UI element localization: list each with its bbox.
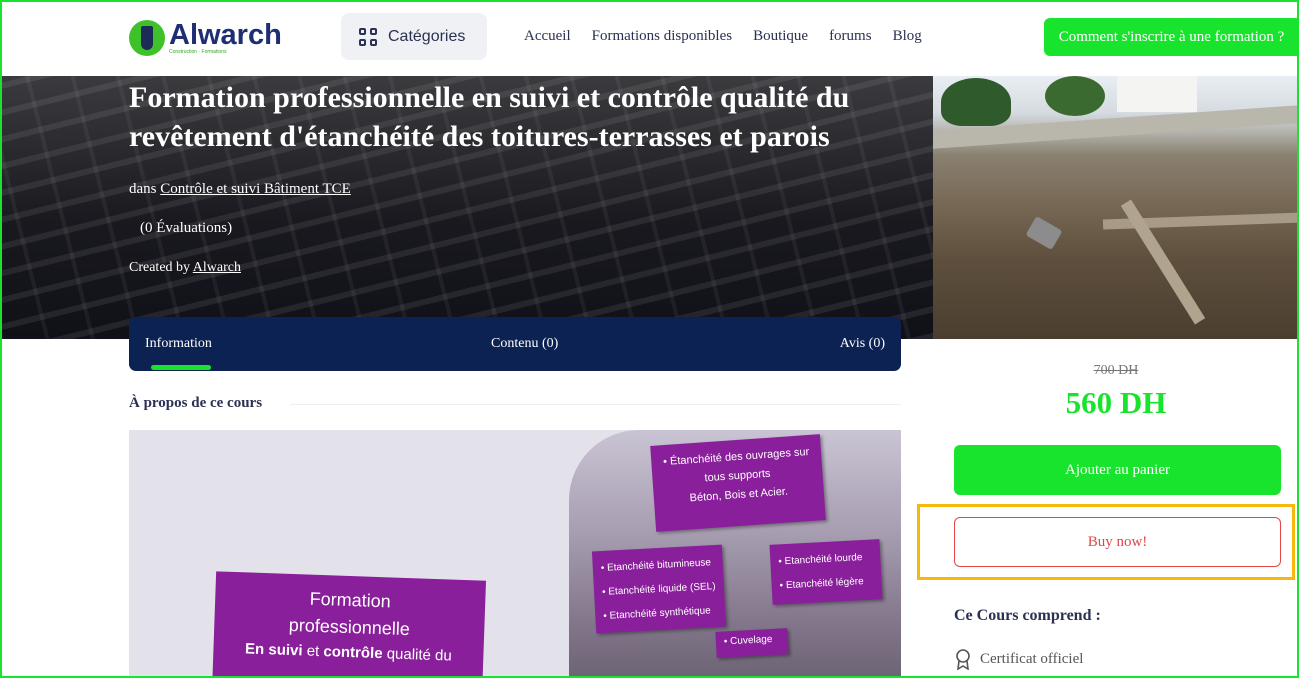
tab-information[interactable]: Information — [145, 336, 212, 352]
card-line: En suivi et contrôle qualité du — [213, 639, 483, 665]
how-to-enroll-button[interactable]: Comment s'inscrire à une formation ? — [1044, 18, 1299, 56]
category-prefix: dans — [129, 181, 157, 197]
box-item: • Etanchéité légère — [779, 576, 864, 592]
logo-text: Alwarch Construction · Formations — [169, 19, 282, 56]
card-text: et — [302, 642, 324, 661]
add-to-cart-button[interactable]: Ajouter au panier — [954, 445, 1281, 495]
course-tabs: Information Contenu (0) Avis (0) — [129, 317, 901, 371]
nav-forums[interactable]: forums — [829, 28, 872, 45]
includes-heading: Ce Cours comprend : — [954, 607, 1101, 624]
author-link[interactable]: Alwarch — [193, 260, 241, 275]
categories-label: Catégories — [388, 27, 466, 45]
main-nav: Accueil Formations disponibles Boutique … — [524, 28, 943, 45]
info-box-types: • Etanchéité bitumineuse • Etanchéité li… — [591, 544, 727, 634]
course-image: • Étanchéité des ouvrages sur tous suppo… — [129, 430, 901, 678]
course-title: Formation professionnelle en suivi et co… — [129, 81, 850, 153]
course-rating: (0 Évaluations) — [140, 220, 233, 236]
nav-accueil[interactable]: Accueil — [524, 28, 571, 45]
site-logo[interactable]: Alwarch Construction · Formations — [129, 16, 299, 60]
includes-item-label: Certificat officiel — [980, 650, 1084, 667]
purchase-sidebar: 700 DH 560 DH Ajouter au panier Buy now!… — [933, 339, 1299, 678]
card-line: Formation — [309, 588, 392, 612]
site-header: Alwarch Construction · Formations Catégo… — [0, 0, 1299, 76]
photo-building — [1117, 76, 1197, 112]
nav-boutique[interactable]: Boutique — [753, 28, 808, 45]
info-box-weight: • Etanchéité lourde • Etanchéité légère — [769, 539, 883, 605]
card-text: qualité du — [382, 645, 453, 665]
old-price: 700 DH — [1093, 363, 1139, 378]
trowel-logo-icon — [129, 20, 165, 56]
divider — [290, 404, 901, 405]
logo-tagline: Construction · Formations — [169, 49, 227, 55]
active-tab-indicator — [151, 365, 211, 370]
about-heading: À propos de ce cours — [129, 395, 263, 411]
categories-button[interactable]: Catégories — [341, 13, 487, 60]
course-hero: Formation professionnelle en suivi et co… — [0, 76, 933, 339]
current-price: 560 DH — [1065, 385, 1167, 420]
card-line: professionnelle — [288, 614, 411, 640]
course-author: Created by Alwarch — [129, 260, 241, 276]
logo-name: Alwarch — [169, 19, 282, 51]
tab-contenu[interactable]: Contenu (0) — [491, 336, 558, 352]
card-bold: contrôle — [323, 643, 383, 663]
course-thumbnail-photo — [933, 76, 1299, 339]
card-bold: En suivi — [244, 640, 303, 660]
category-link[interactable]: Contrôle et suivi Bâtiment TCE — [160, 181, 351, 197]
photo-shovel — [1025, 215, 1063, 251]
nav-formations[interactable]: Formations disponibles — [592, 28, 732, 45]
box-item: • Etanchéité synthétique — [603, 605, 711, 622]
certificate-icon — [956, 649, 970, 670]
buy-now-button[interactable]: Buy now! — [954, 517, 1281, 567]
grid-icon — [359, 27, 377, 46]
nav-blog[interactable]: Blog — [893, 28, 922, 45]
photo-palm — [1045, 76, 1105, 116]
includes-item-certificate: Certificat officiel — [954, 648, 1083, 670]
course-category: dans Contrôle et suivi Bâtiment TCE — [129, 181, 351, 198]
author-prefix: Created by — [129, 260, 191, 275]
info-box-cuvelage: • Cuvelage — [715, 628, 789, 658]
formation-card: Formation professionnelle En suivi et co… — [211, 571, 487, 678]
photo-palm — [941, 78, 1011, 126]
tab-avis[interactable]: Avis (0) — [840, 336, 885, 352]
info-box-supports: • Étanchéité des ouvrages sur tous suppo… — [650, 434, 826, 532]
